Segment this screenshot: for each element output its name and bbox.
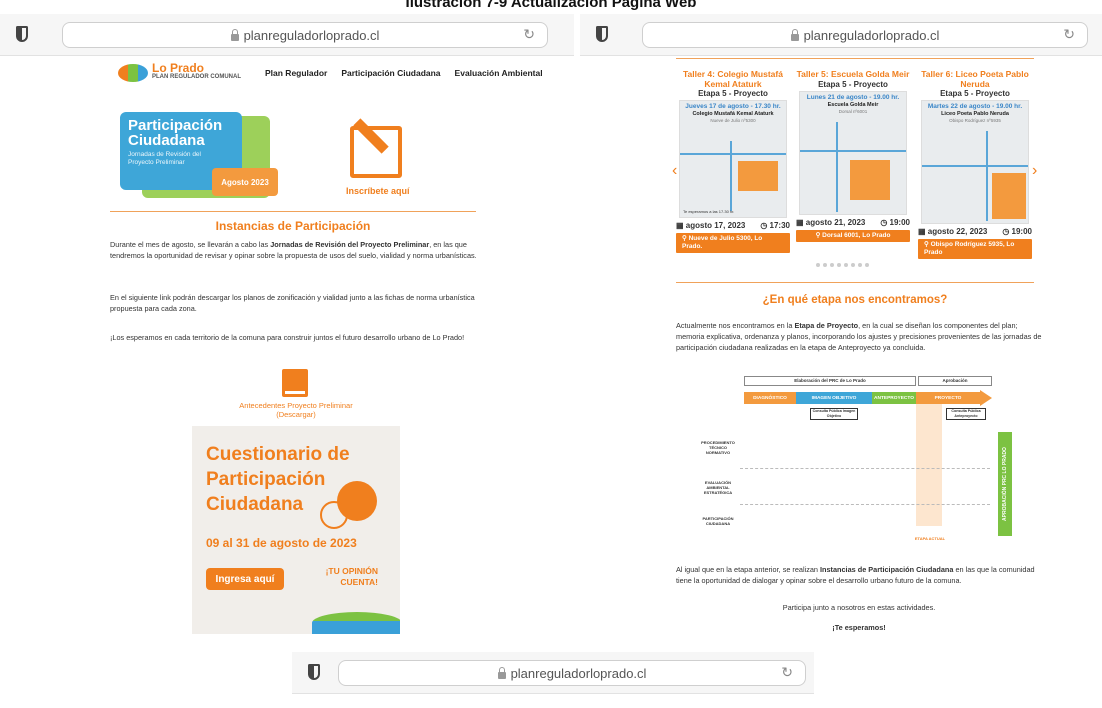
card-date: ▦ agosto 17, 2023 (676, 221, 746, 230)
consult-io: Consulta Pública Imagen Objetivo (810, 408, 858, 420)
stage-anteproyecto: ANTEPROYECTO (872, 392, 916, 404)
banner-subtitle: Jornadas de Revisión del Proyecto Prelim… (128, 151, 201, 166)
site-logo[interactable]: Lo Prado PLAN REGULADOR COMUNAL (118, 61, 241, 82)
paragraph-2: En el siguiente link podrán descargar lo… (110, 293, 475, 313)
card-location[interactable]: ⚲ Dorsal 6001, Lo Prado (796, 229, 910, 242)
paragraph-4: ¡Te esperamos! (832, 623, 886, 632)
lock-icon (790, 28, 799, 41)
download-link[interactable]: Antecedentes Proyecto Preliminar (Descar… (222, 401, 370, 419)
stage-diagnostico: DIAGNÓSTICO (744, 392, 796, 404)
paragraph-3: ¡Los esperamos en cada territorio de la … (110, 333, 465, 342)
paragraph-1: Actualmente nos encontramos en la Etapa … (676, 321, 1042, 352)
paragraph-2: Al igual que en la etapa anterior, se re… (676, 565, 1035, 585)
questionnaire-banner[interactable]: Cuestionario de Participación Ciudadana … (192, 426, 400, 634)
banner-date: Agosto 2023 (212, 168, 278, 196)
ingresa-button[interactable]: Ingresa aquí (206, 568, 284, 590)
section-title: ¿En qué etapa nos encontramos? (762, 294, 948, 306)
figure-caption: Ilustración 7-9 Actualización Página Web (405, 0, 697, 11)
row-label: PARTICIPACIÓN CIUDADANA (702, 516, 734, 526)
address-bar[interactable]: planreguladorloprado.cl ↻ (338, 660, 806, 686)
card-map: Jueves 17 de agosto - 17.30 hr. Colegio … (679, 100, 787, 218)
card-title: Taller 5: Escuela Golda Meir (796, 69, 910, 79)
reload-icon[interactable]: ↻ (523, 26, 535, 43)
card-map: Lunes 21 de agosto - 19.00 hr. Escuela G… (799, 90, 907, 215)
row-label: EVALUACIÓN AMBIENTAL ESTRATÉGICA (703, 480, 733, 495)
carousel-dots[interactable] (816, 263, 869, 267)
carousel-next-icon[interactable]: › (1032, 162, 1037, 180)
logo-icon (118, 64, 148, 82)
card-title: Taller 4: Colegio Mustafá Kemal Ataturk (683, 69, 783, 89)
lock-icon (230, 28, 239, 41)
card-time: ◷ 19:00 (880, 217, 910, 227)
logo-sub: PLAN REGULADOR COMUNAL (152, 74, 241, 80)
hills-illustration (312, 612, 400, 634)
signup-link[interactable]: Inscríbete aquí (346, 186, 410, 196)
card-stage: Etapa 5 - Proyecto (940, 89, 1010, 98)
card-map: Martes 22 de agosto - 19.00 hr. Liceo Po… (921, 100, 1029, 224)
stage-imagen-objetivo: IMAGEN OBJETIVO (796, 392, 872, 404)
divider (110, 211, 476, 212)
pencil-icon[interactable] (350, 126, 402, 178)
shield-icon[interactable] (16, 26, 28, 42)
card-location[interactable]: ⚲ Nueve de Julio 5300, Lo Prado. (676, 233, 790, 253)
url-text: planreguladorloprado.cl (803, 27, 940, 43)
arrow-head-icon (980, 390, 992, 406)
diagram-current-stage: ETAPA ACTUAL (914, 536, 946, 541)
browser-toolbar: planreguladorloprado.cl ↻ (0, 14, 574, 56)
approval-bar: APROBACIÓN PRC LO PRADO (998, 432, 1012, 536)
stages-diagram: Elaboración del PRC de Lo Prado Aprobaci… (700, 376, 1020, 546)
pin-icon: ⚲ (682, 235, 689, 242)
workshop-card[interactable]: Taller 4: Colegio Mustafá Kemal Ataturk … (676, 69, 790, 253)
opinion-tagline: ¡TU OPINIÓN CUENTA! (325, 566, 378, 587)
diagram-header-right: Aprobación (918, 376, 992, 386)
banner-title: Participación Ciudadana (128, 117, 223, 149)
url-text: planreguladorloprado.cl (243, 27, 380, 43)
card-title: Taller 6: Liceo Poeta Pablo Neruda (921, 69, 1029, 89)
address-bar[interactable]: planreguladorloprado.cl ↻ (62, 22, 548, 48)
book-icon[interactable] (282, 369, 308, 397)
card-time: ◷ 17:30 (760, 221, 790, 230)
card-date: ▦ agosto 21, 2023 (796, 217, 866, 227)
stage-proyecto: PROYECTO (916, 392, 980, 404)
workshop-card[interactable]: Taller 6: Liceo Poeta Pablo Neruda Etapa… (918, 69, 1032, 259)
nav-evaluacion[interactable]: Evaluación Ambiental (455, 68, 543, 78)
card-stage: Etapa 5 - Proyecto (818, 79, 888, 89)
paragraph-1: Durante el mes de agosto, se llevarán a … (110, 240, 477, 260)
diagram-header-left: Elaboración del PRC de Lo Prado (744, 376, 916, 386)
reload-icon[interactable]: ↻ (781, 664, 793, 681)
pin-icon: ⚲ (924, 241, 931, 248)
site-nav: Lo Prado PLAN REGULADOR COMUNAL Plan Reg… (118, 61, 543, 82)
paragraph-3: Participa junto a nosotros en estas acti… (782, 603, 936, 612)
right-browser-window: planreguladorloprado.cl ↻ ‹ › Taller 4: … (580, 14, 1102, 644)
bottom-browser-window: planreguladorloprado.cl ↻ (292, 652, 814, 708)
url-text: planreguladorloprado.cl (510, 665, 647, 681)
shield-icon[interactable] (596, 26, 608, 42)
card-time: ◷ 19:00 (1002, 227, 1032, 236)
address-bar[interactable]: planreguladorloprado.cl ↻ (642, 22, 1088, 48)
card-stage: Etapa 5 - Proyecto (698, 89, 768, 98)
card-date: ▦ agosto 22, 2023 (918, 227, 988, 236)
nav-participacion[interactable]: Participación Ciudadana (341, 68, 440, 78)
shield-icon[interactable] (308, 664, 320, 680)
nav-plan-regulador[interactable]: Plan Regulador (265, 68, 327, 78)
questionnaire-dates: 09 al 31 de agosto de 2023 (206, 536, 357, 550)
left-browser-window: planreguladorloprado.cl ↻ Lo Prado PLAN … (0, 14, 574, 644)
workshop-card[interactable]: Taller 5: Escuela Golda Meir Etapa 5 - P… (796, 69, 910, 242)
card-location[interactable]: ⚲ Obispo Rodríguez 5935, Lo Prado (918, 239, 1032, 259)
reload-icon[interactable]: ↻ (1063, 26, 1075, 43)
lock-icon (497, 666, 506, 679)
browser-toolbar: planreguladorloprado.cl ↻ (580, 14, 1102, 56)
row-label: PROCEDIMIENTO TÉCNICO NORMATIVO (701, 440, 735, 455)
section-title: Instancias de Participación (215, 219, 371, 233)
logo-name: Lo Prado (152, 61, 205, 75)
consult-ap: Consulta Pública Anteproyecto (946, 408, 986, 420)
participation-banner[interactable]: Participación Ciudadana Jornadas de Revi… (120, 112, 278, 202)
browser-toolbar: planreguladorloprado.cl ↻ (292, 652, 814, 694)
